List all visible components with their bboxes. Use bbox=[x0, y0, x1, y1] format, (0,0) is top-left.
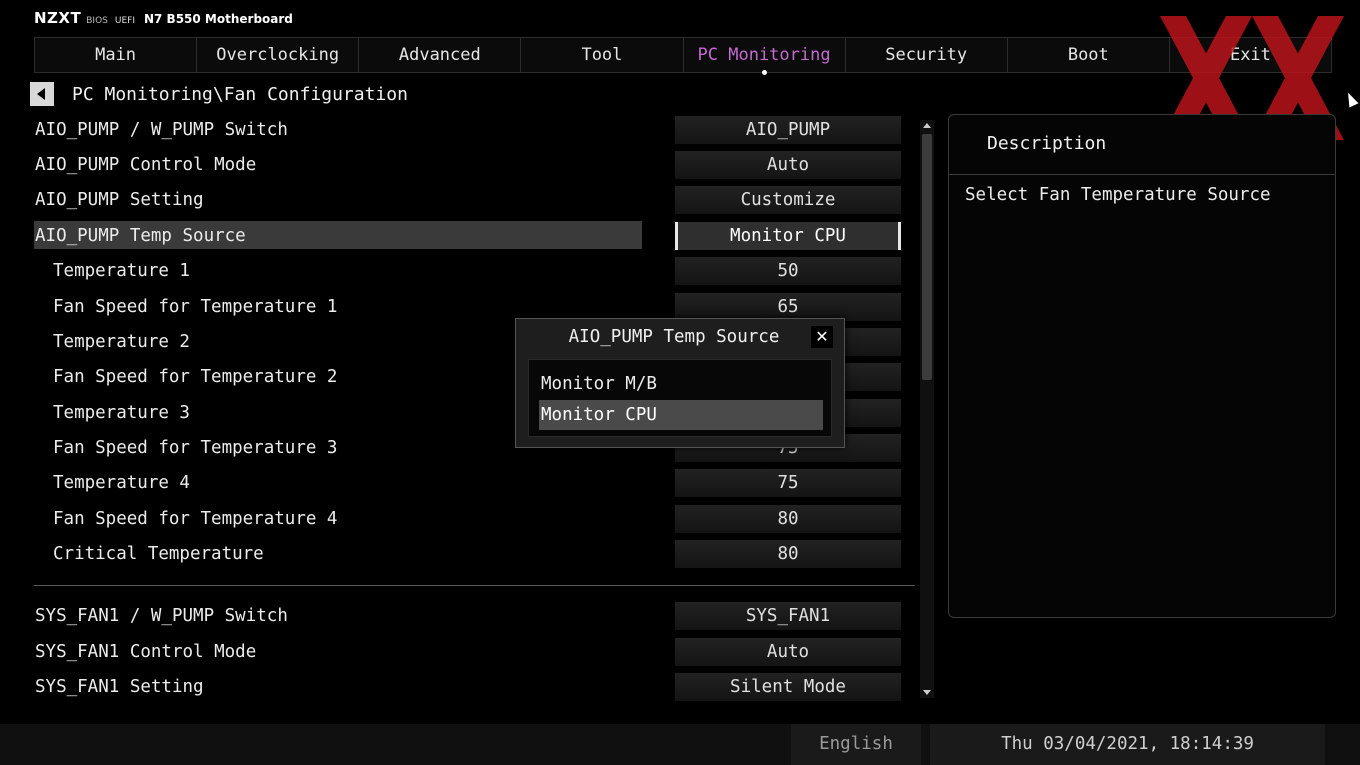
tab-tool[interactable]: Tool bbox=[521, 38, 684, 72]
brand-header: NZXT BIOS UEFI N7 B550 Motherboard bbox=[34, 9, 293, 27]
close-icon[interactable]: ✕ bbox=[811, 326, 833, 348]
setting-label: AIO_PUMP Setting bbox=[35, 190, 204, 210]
setting-label: Fan Speed for Temperature 4 bbox=[53, 509, 338, 529]
breadcrumb: PC Monitoring\Fan Configuration bbox=[72, 84, 408, 105]
setting-label: Critical Temperature bbox=[53, 544, 264, 564]
setting-value-button[interactable]: Monitor CPU bbox=[675, 222, 901, 250]
setting-row[interactable]: AIO_PUMP Control Mode Auto bbox=[34, 151, 904, 179]
setting-label: AIO_PUMP Control Mode bbox=[35, 155, 257, 175]
back-arrow-icon bbox=[37, 88, 45, 100]
description-title: Description bbox=[987, 133, 1107, 154]
option-monitor-mb[interactable]: Monitor M/B bbox=[539, 369, 823, 399]
setting-row[interactable]: Fan Speed for Temperature 4 80 bbox=[34, 505, 904, 533]
setting-row[interactable]: Critical Temperature 80 bbox=[34, 540, 904, 568]
setting-row[interactable]: SYS_FAN1 / W_PUMP Switch SYS_FAN1 bbox=[34, 602, 904, 630]
setting-label: Temperature 1 bbox=[53, 261, 190, 281]
setting-value-button[interactable]: 80 bbox=[675, 540, 901, 568]
tab-overclocking[interactable]: Overclocking bbox=[197, 38, 360, 72]
setting-value-button[interactable]: Auto bbox=[675, 151, 901, 179]
setting-row[interactable]: Temperature 4 75 bbox=[34, 469, 904, 497]
setting-value-button[interactable]: Customize bbox=[675, 186, 901, 214]
setting-label: Fan Speed for Temperature 2 bbox=[53, 367, 338, 387]
setting-row[interactable]: Fan Speed for Temperature 1 65 bbox=[34, 293, 904, 321]
setting-label: Fan Speed for Temperature 3 bbox=[53, 438, 338, 458]
back-button[interactable] bbox=[30, 82, 54, 106]
system-datetime[interactable]: Thu 03/04/2021, 18:14:39 bbox=[930, 724, 1325, 765]
setting-label: Temperature 2 bbox=[53, 332, 190, 352]
tab-advanced[interactable]: Advanced bbox=[359, 38, 522, 72]
option-list: Monitor M/B Monitor CPU bbox=[528, 359, 832, 437]
setting-value-button[interactable]: Silent Mode bbox=[675, 673, 901, 701]
tab-security[interactable]: Security bbox=[846, 38, 1008, 72]
setting-value-button[interactable]: 65 bbox=[675, 293, 901, 321]
scroll-down-icon[interactable] bbox=[923, 690, 931, 695]
setting-label: SYS_FAN1 Control Mode bbox=[35, 642, 257, 662]
tab-exit[interactable]: Exit bbox=[1170, 38, 1331, 72]
settings-scrollbar[interactable] bbox=[920, 120, 934, 698]
setting-label: SYS_FAN1 Setting bbox=[35, 677, 204, 697]
option-monitor-cpu[interactable]: Monitor CPU bbox=[539, 400, 823, 430]
setting-value-button[interactable]: Auto bbox=[675, 638, 901, 666]
dialog-title: AIO_PUMP Temp Source bbox=[568, 327, 780, 347]
description-text: Select Fan Temperature Source bbox=[965, 185, 1271, 205]
setting-value-button[interactable]: SYS_FAN1 bbox=[675, 602, 901, 630]
main-tab-bar: Main Overclocking Advanced Tool PC Monit… bbox=[34, 37, 1332, 75]
tab-main[interactable]: Main bbox=[35, 38, 198, 72]
tab-boot[interactable]: Boot bbox=[1008, 38, 1170, 72]
setting-row[interactable]: Temperature 1 50 bbox=[34, 257, 904, 285]
scrollbar-thumb[interactable] bbox=[922, 134, 932, 380]
setting-label: Temperature 3 bbox=[53, 403, 190, 423]
setting-value-button[interactable]: 80 bbox=[675, 505, 901, 533]
setting-label: AIO_PUMP Temp Source bbox=[35, 226, 246, 246]
setting-value-button[interactable]: 75 bbox=[675, 469, 901, 497]
setting-row-selected[interactable]: AIO_PUMP Temp Source Monitor CPU bbox=[34, 221, 904, 250]
section-divider bbox=[34, 585, 915, 586]
status-bar: English Thu 03/04/2021, 18:14:39 bbox=[0, 724, 1360, 765]
description-panel: Description Select Fan Temperature Sourc… bbox=[948, 114, 1336, 618]
description-header: Description bbox=[949, 115, 1335, 175]
setting-value-button[interactable]: AIO_PUMP bbox=[675, 116, 901, 144]
language-selector[interactable]: English bbox=[791, 724, 921, 765]
setting-row[interactable]: SYS_FAN1 Control Mode Auto bbox=[34, 638, 904, 666]
setting-row[interactable]: AIO_PUMP Setting Customize bbox=[34, 186, 904, 214]
mouse-cursor-icon bbox=[1343, 90, 1359, 108]
temp-source-dialog: AIO_PUMP Temp Source ✕ Monitor M/B Monit… bbox=[515, 318, 845, 448]
setting-label: Temperature 4 bbox=[53, 473, 190, 493]
scroll-up-icon[interactable] bbox=[923, 123, 931, 128]
setting-label: SYS_FAN1 / W_PUMP Switch bbox=[35, 606, 288, 626]
setting-value-button[interactable]: 50 bbox=[675, 257, 901, 285]
setting-label: Fan Speed for Temperature 1 bbox=[53, 297, 338, 317]
motherboard-model: N7 B550 Motherboard bbox=[143, 12, 293, 26]
tab-pc-monitoring[interactable]: PC Monitoring bbox=[684, 38, 846, 75]
nzxt-logo: NZXT bbox=[34, 9, 82, 27]
setting-label: AIO_PUMP / W_PUMP Switch bbox=[35, 120, 288, 140]
uefi-label: UEFI bbox=[114, 16, 135, 26]
setting-row[interactable]: SYS_FAN1 Setting Silent Mode bbox=[34, 673, 904, 701]
bios-label: BIOS bbox=[86, 16, 108, 26]
setting-row[interactable]: AIO_PUMP / W_PUMP Switch AIO_PUMP bbox=[34, 116, 904, 144]
